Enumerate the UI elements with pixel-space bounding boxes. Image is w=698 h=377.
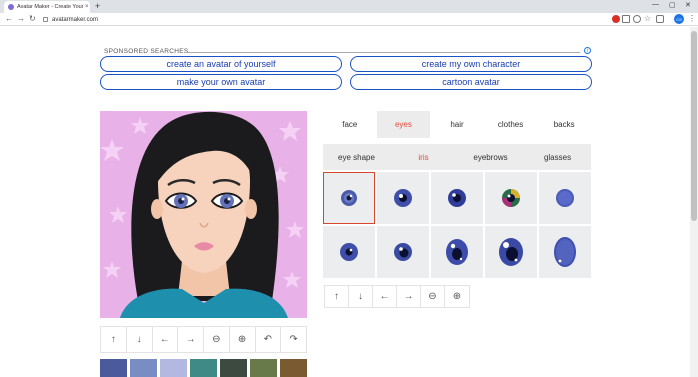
iris-icon [448, 189, 466, 207]
profile-avatar[interactable]: CS [674, 14, 684, 24]
iris-icon [556, 189, 574, 207]
scrollbar-thumb[interactable] [691, 31, 697, 221]
zoom-out-icon[interactable]: ⊖ [204, 327, 230, 352]
divider [184, 52, 580, 53]
tab-backs[interactable]: backs [537, 111, 591, 138]
new-tab-button[interactable]: + [95, 1, 100, 11]
cast-icon[interactable] [622, 15, 630, 23]
favicon-icon [8, 4, 14, 10]
iris-option[interactable] [323, 226, 375, 278]
reload-icon[interactable]: ↻ [29, 14, 36, 23]
browser-menu-icon[interactable]: ⋮ [688, 14, 696, 23]
sponsored-link-create-character[interactable]: create my own character [350, 56, 592, 72]
browser-tab-bar: Avatar Maker - Create Your Own × + — ▢ ✕ [0, 0, 698, 13]
iris-options-grid [323, 172, 591, 280]
extension-icon[interactable] [612, 15, 620, 23]
arrow-right-icon[interactable]: → [178, 327, 204, 352]
iris-icon [499, 238, 523, 266]
iris-option[interactable] [485, 226, 537, 278]
subcategory-tabs: eye shape iris eyebrows glasses [323, 144, 591, 170]
arrow-up-icon[interactable]: ↑ [325, 286, 349, 307]
color-swatch[interactable] [190, 359, 217, 377]
iris-icon [394, 189, 412, 207]
tab-eyebrows[interactable]: eyebrows [457, 144, 524, 170]
color-swatch[interactable] [100, 359, 127, 377]
color-swatch[interactable] [250, 359, 277, 377]
avatar-illustration [100, 111, 304, 318]
sponsored-link-make-avatar[interactable]: make your own avatar [100, 74, 342, 90]
back-icon[interactable]: ← [5, 14, 13, 23]
tab-glasses[interactable]: glasses [524, 144, 591, 170]
zoom-in-icon[interactable]: ⊕ [230, 327, 256, 352]
arrow-down-icon[interactable]: ↓ [127, 327, 153, 352]
arrow-right-icon[interactable]: → [397, 286, 421, 307]
iris-option[interactable] [431, 226, 483, 278]
zoom-icon[interactable] [633, 15, 641, 23]
iris-icon [502, 189, 520, 207]
url-text: avatarmaker.com [52, 16, 99, 23]
info-icon[interactable]: i [584, 47, 591, 54]
arrow-left-icon[interactable]: ← [153, 327, 179, 352]
arrow-down-icon[interactable]: ↓ [349, 286, 373, 307]
iris-icon [341, 190, 357, 206]
undo-icon[interactable]: ↶ [256, 327, 282, 352]
color-swatches [100, 359, 307, 377]
iris-icon [340, 243, 358, 261]
grid-controls: ↑ ↓ ← → ⊖ ⊕ [324, 285, 470, 308]
sponsored-link-create-avatar[interactable]: create an avatar of yourself [100, 56, 342, 72]
tab-face[interactable]: face [323, 111, 377, 138]
sponsored-link-cartoon-avatar[interactable]: cartoon avatar [350, 74, 592, 90]
tab-iris[interactable]: iris [390, 144, 457, 170]
close-window-button[interactable]: ✕ [685, 1, 691, 9]
color-swatch[interactable] [130, 359, 157, 377]
avatar-preview [100, 111, 307, 318]
zoom-out-icon[interactable]: ⊖ [421, 286, 445, 307]
maximize-button[interactable]: ▢ [669, 1, 676, 9]
iris-option[interactable] [377, 226, 429, 278]
sponsored-searches: SPONSORED SEARCHES i create an avatar of… [100, 46, 592, 96]
iris-option[interactable] [431, 172, 483, 224]
tab-hair[interactable]: hair [430, 111, 484, 138]
color-swatch[interactable] [220, 359, 247, 377]
category-tabs: face eyes hair clothes backs [323, 111, 591, 138]
lock-icon [43, 17, 48, 22]
page-scrollbar[interactable] [690, 27, 698, 377]
color-swatch[interactable] [160, 359, 187, 377]
iris-option[interactable] [323, 172, 375, 224]
tab-title: Avatar Maker - Create Your Own [17, 4, 83, 10]
iris-option[interactable] [539, 172, 591, 224]
iris-option[interactable] [485, 172, 537, 224]
tab-eyes[interactable]: eyes [376, 111, 431, 138]
color-swatch[interactable] [280, 359, 307, 377]
zoom-in-icon[interactable]: ⊕ [445, 286, 469, 307]
iris-icon [394, 243, 412, 261]
browser-toolbar: ← → ↻ avatarmaker.com ☆ CS ⋮ [0, 13, 698, 26]
arrow-left-icon[interactable]: ← [373, 286, 397, 307]
tab-eye-shape[interactable]: eye shape [323, 144, 390, 170]
bookmark-star-icon[interactable]: ☆ [644, 14, 651, 23]
address-bar[interactable]: avatarmaker.com [40, 14, 605, 25]
iris-option[interactable] [539, 226, 591, 278]
iris-option[interactable] [377, 172, 429, 224]
close-tab-icon[interactable]: × [85, 4, 89, 10]
arrow-up-icon[interactable]: ↑ [101, 327, 127, 352]
extensions-icon[interactable] [656, 15, 664, 23]
browser-tab[interactable]: Avatar Maker - Create Your Own × [4, 1, 90, 13]
iris-icon [446, 239, 468, 265]
forward-icon[interactable]: → [17, 14, 25, 23]
preview-controls: ↑ ↓ ← → ⊖ ⊕ ↶ ↷ [100, 326, 307, 353]
iris-icon [554, 237, 576, 267]
redo-icon[interactable]: ↷ [281, 327, 306, 352]
sponsored-title: SPONSORED SEARCHES [104, 48, 189, 55]
minimize-button[interactable]: — [652, 1, 659, 8]
tab-clothes[interactable]: clothes [484, 111, 538, 138]
